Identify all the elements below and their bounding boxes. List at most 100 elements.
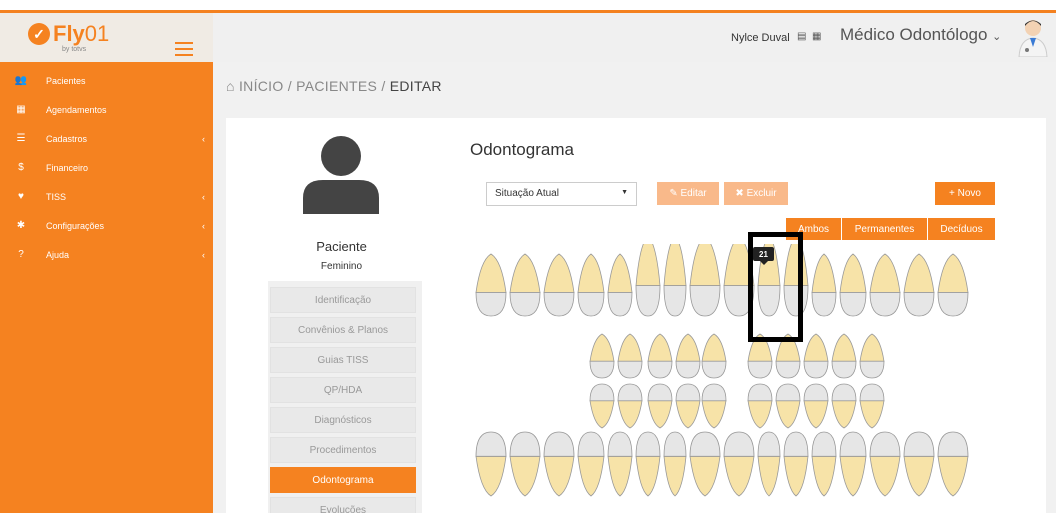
breadcrumb-current: EDITAR (389, 78, 442, 94)
sidebar-item-configuracoes[interactable]: ✱ Configurações ‹ (0, 211, 213, 240)
tooth-deciduous-lower-7[interactable] (775, 383, 801, 429)
tab-procedimentos[interactable]: Procedimentos (270, 437, 416, 463)
tooth-lower-15[interactable] (903, 431, 935, 497)
home-icon[interactable]: ⌂ (226, 78, 235, 94)
sidebar-nav: 👥 Pacientes ▦ Agendamentos ☰ Cadastros ‹ $ Finan… (0, 66, 213, 269)
tooth-deciduous-upper-1[interactable] (589, 333, 615, 379)
tab-qp-hda[interactable]: QP/HDA (270, 377, 416, 403)
tooth-deciduous-lower-2[interactable] (617, 383, 643, 429)
pencil-icon: ✎ (669, 188, 681, 199)
tab-evolucoes[interactable]: Evoluções (270, 497, 416, 513)
tooth-lower-16[interactable] (937, 431, 969, 497)
tooth-lower-2[interactable] (509, 431, 541, 497)
new-button[interactable]: + Novo (935, 182, 995, 205)
delete-button[interactable]: ✖ Excluir (724, 182, 788, 205)
tooth-deciduous-lower-8[interactable] (803, 383, 829, 429)
tab-odontograma[interactable]: Odontograma (270, 467, 416, 493)
sidebar-item-ajuda[interactable]: ? Ajuda ‹ (0, 240, 213, 269)
tooth-upper-5[interactable] (607, 253, 633, 317)
tab-convenios-planos[interactable]: Convênios & Planos (270, 317, 416, 343)
odontogram-chart (475, 244, 969, 497)
logo[interactable]: ✓ Fly01 (28, 23, 109, 45)
chevron-left-icon: ‹ (202, 191, 205, 202)
id-card-icon[interactable]: ▤ (797, 31, 806, 42)
sidebar-item-pacientes[interactable]: 👥 Pacientes (0, 66, 213, 95)
breadcrumb-pacientes[interactable]: PACIENTES (296, 78, 377, 94)
tooth-deciduous-upper-8[interactable] (803, 333, 829, 379)
user-name[interactable]: Nylce Duval (731, 32, 790, 44)
plus-icon: + (949, 188, 958, 199)
breadcrumb-home[interactable]: INÍCIO (239, 78, 284, 94)
logo-check-icon: ✓ (28, 23, 50, 45)
tooth-deciduous-upper-5[interactable] (701, 333, 727, 379)
tooth-deciduous-lower-1[interactable] (589, 383, 615, 429)
dollar-icon: $ (18, 162, 24, 173)
sidebar-item-tiss[interactable]: ♥ TISS ‹ (0, 182, 213, 211)
tooth-lower-7[interactable] (663, 431, 687, 497)
tooth-lower-4[interactable] (577, 431, 605, 497)
heartbeat-icon: ♥ (18, 191, 24, 202)
tooth-lower-13[interactable] (839, 431, 867, 497)
tooth-upper-14[interactable] (869, 253, 901, 317)
tooth-lower-1[interactable] (475, 431, 507, 497)
edit-button[interactable]: ✎ Editar (657, 182, 719, 205)
tooth-upper-1[interactable] (475, 253, 507, 317)
tooth-deciduous-upper-3[interactable] (647, 333, 673, 379)
tooth-lower-9[interactable] (723, 431, 755, 497)
sidebar-item-label: Configurações (46, 220, 105, 231)
tooth-deciduous-lower-10[interactable] (859, 383, 885, 429)
chevron-left-icon: ‹ (202, 133, 205, 144)
question-icon: ? (18, 249, 24, 260)
tooth-deciduous-lower-5[interactable] (701, 383, 727, 429)
tooth-upper-16[interactable] (937, 253, 969, 317)
sidebar-item-label: TISS (46, 191, 67, 202)
tooth-upper-13[interactable] (839, 253, 867, 317)
tooth-upper-6[interactable] (635, 244, 661, 317)
tooth-lower-14[interactable] (869, 431, 901, 497)
tooth-deciduous-lower-6[interactable] (747, 383, 773, 429)
apps-grid-icon[interactable]: ▦ (812, 31, 821, 42)
filter-permanentes[interactable]: Permanentes (842, 218, 927, 240)
tooth-lower-12[interactable] (811, 431, 837, 497)
sidebar-item-agendamentos[interactable]: ▦ Agendamentos (0, 95, 213, 124)
tooth-lower-11[interactable] (783, 431, 809, 497)
sidebar-item-label: Ajuda (46, 249, 70, 260)
tab-diagnosticos[interactable]: Diagnósticos (270, 407, 416, 433)
hamburger-menu-icon[interactable] (175, 42, 193, 56)
tooth-lower-6[interactable] (635, 431, 661, 497)
tab-guias-tiss[interactable]: Guias TISS (270, 347, 416, 373)
logo-text: Fly01 (53, 21, 110, 46)
tooth-lower-10[interactable] (757, 431, 781, 497)
selected-tooth-highlight (748, 232, 803, 342)
breadcrumb: ⌂ INÍCIO / PACIENTES / EDITAR (226, 78, 442, 94)
tooth-upper-4[interactable] (577, 253, 605, 317)
situacao-select[interactable]: Situação Atual ▼ (486, 182, 637, 206)
role-chevron-icon: ⌄ (992, 31, 1002, 43)
odontograma-title: Odontograma (470, 140, 574, 159)
tooth-deciduous-upper-2[interactable] (617, 333, 643, 379)
tooth-upper-15[interactable] (903, 253, 935, 317)
tooth-upper-2[interactable] (509, 253, 541, 317)
sidebar-item-financeiro[interactable]: $ Financeiro (0, 153, 213, 182)
tooth-deciduous-upper-10[interactable] (859, 333, 885, 379)
filter-deciduos[interactable]: Decíduos (928, 218, 995, 240)
sidebar-item-label: Agendamentos (46, 104, 107, 115)
role-selector[interactable]: Médico Odontólogo ⌄ (840, 25, 1001, 45)
tooth-upper-7[interactable] (663, 244, 687, 317)
tab-identificacao[interactable]: Identificação (270, 287, 416, 313)
tooth-upper-12[interactable] (811, 253, 837, 317)
doctor-avatar[interactable] (1016, 17, 1050, 57)
tooth-deciduous-lower-9[interactable] (831, 383, 857, 429)
tooth-deciduous-upper-4[interactable] (675, 333, 701, 379)
tooth-deciduous-lower-3[interactable] (647, 383, 673, 429)
tooth-deciduous-upper-9[interactable] (831, 333, 857, 379)
tooth-lower-8[interactable] (689, 431, 721, 497)
sidebar-item-cadastros[interactable]: ☰ Cadastros ‹ (0, 124, 213, 153)
patient-name: Paciente (316, 239, 367, 254)
tooth-deciduous-lower-4[interactable] (675, 383, 701, 429)
tooth-lower-5[interactable] (607, 431, 633, 497)
tooth-upper-8[interactable] (689, 244, 721, 317)
chevron-left-icon: ‹ (202, 220, 205, 231)
tooth-lower-3[interactable] (543, 431, 575, 497)
tooth-upper-3[interactable] (543, 253, 575, 317)
